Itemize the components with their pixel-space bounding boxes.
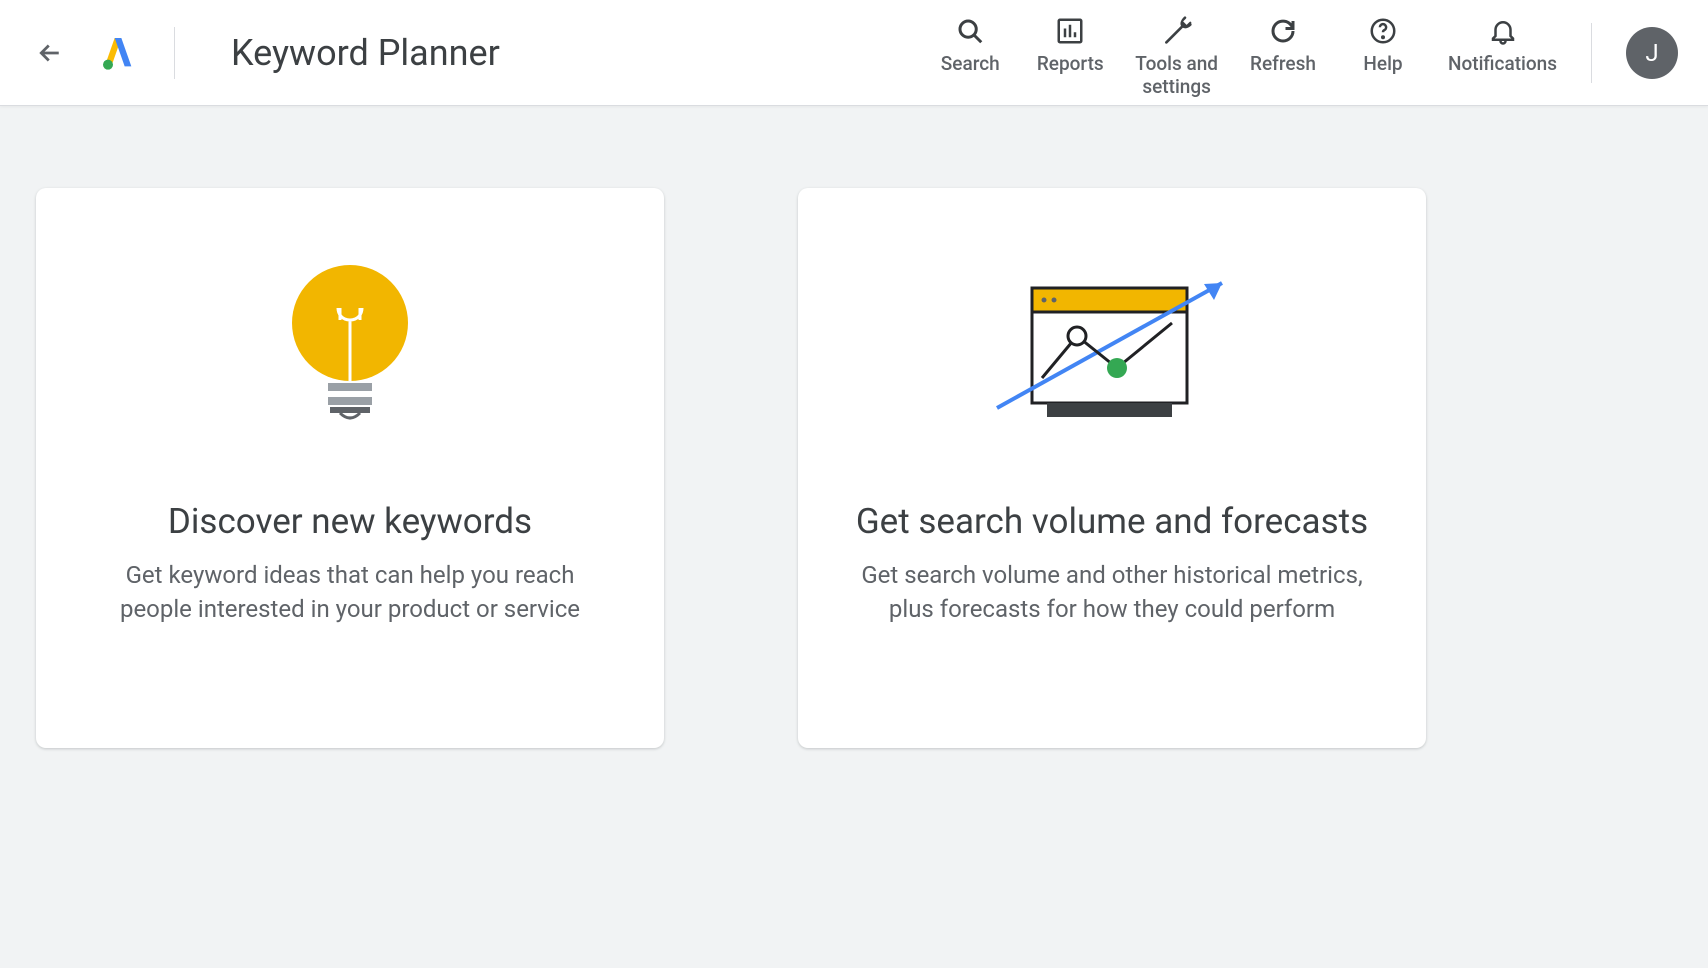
google-ads-logo[interactable] [98,33,138,73]
nav-label: Help [1363,53,1402,76]
bar-chart-icon [1055,16,1085,46]
lightbulb-illustration [280,248,420,448]
header-left: Keyword Planner [30,27,500,79]
header-divider-right [1591,23,1592,83]
nav-notifications[interactable]: Notifications [1448,7,1557,76]
header-divider [174,27,175,79]
help-icon [1368,16,1398,46]
ads-logo-icon [98,33,138,73]
card-title: Get search volume and forecasts [856,498,1368,545]
app-header: Keyword Planner Search Reports [0,0,1708,106]
page-title: Keyword Planner [231,32,500,74]
header-right: Search Reports Tools and settings [935,7,1678,99]
wrench-icon [1161,15,1193,47]
nav-label: Search [941,53,1000,76]
back-button[interactable] [30,33,70,73]
nav-reports[interactable]: Reports [1035,7,1105,76]
nav-label: Notifications [1448,53,1557,76]
nav-tools-settings[interactable]: Tools and settings [1135,7,1218,99]
chart-illustration [982,248,1242,448]
nav-search[interactable]: Search [935,7,1005,76]
search-icon [955,16,985,46]
card-subtitle: Get search volume and other historical m… [852,559,1372,626]
trend-chart-icon [982,258,1242,438]
nav-label: Refresh [1250,53,1316,76]
arrow-left-icon [35,38,65,68]
card-discover-keywords[interactable]: Discover new keywords Get keyword ideas … [36,188,664,748]
card-search-volume-forecasts[interactable]: Get search volume and forecasts Get sear… [798,188,1426,748]
avatar-initial: J [1645,39,1658,67]
refresh-icon [1268,16,1298,46]
nav-label: Reports [1037,53,1104,76]
lightbulb-icon [280,258,420,438]
nav-help[interactable]: Help [1348,7,1418,76]
bell-icon [1488,16,1518,46]
account-avatar[interactable]: J [1626,27,1678,79]
nav-label: Tools and settings [1135,53,1218,99]
card-title: Discover new keywords [168,498,532,545]
card-subtitle: Get keyword ideas that can help you reac… [90,559,610,626]
main-content: Discover new keywords Get keyword ideas … [0,106,1708,748]
nav-refresh[interactable]: Refresh [1248,7,1318,76]
